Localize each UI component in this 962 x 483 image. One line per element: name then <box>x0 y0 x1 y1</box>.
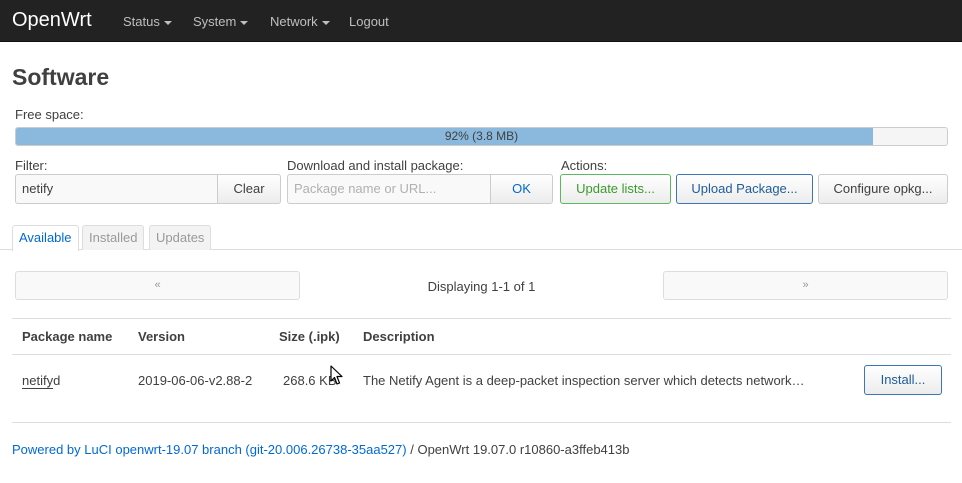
nav-system-menu[interactable]: System <box>193 14 249 29</box>
top-navbar: OpenWrt Status System Network Logout <box>0 0 962 42</box>
description-rest: Agent is a deep-packet inspection server… <box>422 373 805 388</box>
table-bottom-border <box>12 422 951 423</box>
caret-down-icon <box>321 20 330 25</box>
description-match-highlight: Netify <box>389 373 423 388</box>
footer-separator: / <box>406 442 418 457</box>
tab-available[interactable]: Available <box>12 225 79 251</box>
nav-status-menu[interactable]: Status <box>123 14 172 29</box>
filter-input[interactable]: netify <box>15 174 218 204</box>
download-label: Download and install package: <box>287 158 464 173</box>
tab-installed[interactable]: Installed <box>82 225 145 250</box>
column-header-package-name: Package name <box>22 329 113 344</box>
clear-filter-button[interactable]: Clear <box>217 174 281 204</box>
mouse-pointer-icon <box>330 365 343 385</box>
free-space-label: Free space: <box>15 107 84 122</box>
install-package-button[interactable]: Install... <box>864 365 942 395</box>
luci-version-link[interactable]: Powered by LuCI openwrt-19.07 branch (gi… <box>12 442 407 457</box>
column-header-version: Version <box>138 329 185 344</box>
tab-updates[interactable]: Updates <box>149 225 212 250</box>
nav-logout-link[interactable]: Logout <box>349 14 389 29</box>
page-footer: Powered by LuCI openwrt-19.07 branch (gi… <box>12 442 629 457</box>
size-cell: 268.6 KB <box>283 373 337 388</box>
update-lists-button[interactable]: Update lists... <box>560 174 671 204</box>
package-name-cell: netifyd <box>22 373 61 389</box>
caret-down-icon <box>240 20 249 25</box>
next-page-button[interactable]: » <box>663 271 948 300</box>
pager-status: Displaying 1-1 of 1 <box>427 279 536 294</box>
filter-match-highlight: netify <box>22 373 54 389</box>
column-header-description: Description <box>363 329 435 344</box>
table-header-border <box>12 354 951 355</box>
free-space-progress: 92% (3.8 MB) <box>15 127 948 146</box>
package-url-input[interactable]: Package name or URL... <box>287 174 491 204</box>
openwrt-version: OpenWrt 19.07.0 r10860-a3ffeb413b <box>417 442 630 457</box>
nav-network-menu[interactable]: Network <box>270 14 330 29</box>
filter-label: Filter: <box>15 158 48 173</box>
upload-package-button[interactable]: Upload Package... <box>676 174 813 204</box>
description-prefix: The <box>363 373 390 388</box>
version-cell: 2019-06-06-v2.88-2 <box>138 373 253 388</box>
nav-network-label: Network <box>270 14 318 29</box>
download-ok-button[interactable]: OK <box>490 174 553 204</box>
column-header-size: Size (.ipk) <box>279 329 340 344</box>
caret-down-icon <box>163 20 172 25</box>
table-top-border <box>12 318 951 319</box>
actions-label: Actions: <box>561 158 608 173</box>
configure-opkg-button[interactable]: Configure opkg... <box>818 174 948 204</box>
package-name-rest: d <box>53 373 61 388</box>
brand-logo[interactable]: OpenWrt <box>12 9 92 32</box>
prev-page-button[interactable]: « <box>15 271 300 300</box>
page-title: Software <box>12 64 110 90</box>
nav-status-label: Status <box>123 14 160 29</box>
free-space-text: 92% (3.8 MB) <box>444 129 519 143</box>
nav-system-label: System <box>193 14 237 29</box>
package-tabs: Available Installed Updates <box>0 225 962 251</box>
description-cell: The Netify Agent is a deep-packet inspec… <box>363 373 818 388</box>
